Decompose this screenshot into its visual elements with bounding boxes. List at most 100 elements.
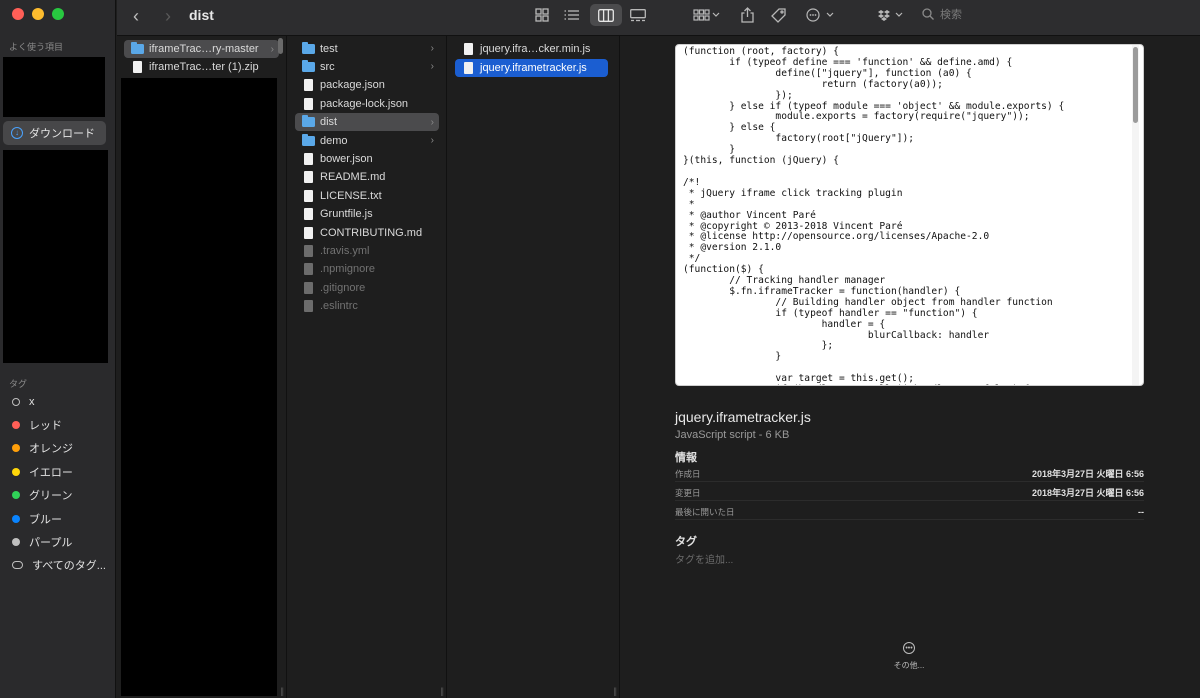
item-name: iframeTrac…ter (1).zip: [149, 61, 259, 73]
sidebar-tag-x[interactable]: x: [0, 390, 116, 413]
list-view-button[interactable]: [561, 4, 583, 26]
chevron-right-icon: ›: [165, 6, 171, 26]
column-view-button[interactable]: [590, 4, 622, 26]
list-item[interactable]: jquery.ifra…cker.min.js: [455, 40, 612, 58]
sidebar-tag-blue[interactable]: ブルー: [0, 507, 116, 530]
info-value: 2018年3月27日 火曜日 6:56: [1031, 488, 1144, 498]
item-name: src: [320, 60, 335, 73]
column-resize-handle[interactable]: ||: [440, 686, 444, 696]
info-value: 2018年3月27日 火曜日 6:56: [1031, 469, 1144, 479]
sidebar-tag-orange[interactable]: オレンジ: [0, 437, 116, 460]
file-icon: [304, 281, 313, 294]
tag-label: レッド: [29, 420, 62, 433]
list-item[interactable]: src ›: [295, 58, 439, 76]
tag-dot-icon: [12, 421, 20, 430]
item-name: LICENSE.txt: [320, 189, 382, 202]
list-item[interactable]: iframeTrac…ry-master ›: [124, 40, 279, 58]
scrollbar[interactable]: [278, 38, 283, 54]
forward-button[interactable]: ›: [165, 6, 171, 27]
sidebar-all-tags[interactable]: すべてのタグ...: [0, 554, 116, 577]
sidebar-tag-purple[interactable]: パープル: [0, 530, 116, 553]
item-name: .eslintrc: [320, 300, 358, 313]
file-icon: [464, 43, 473, 55]
add-tag-field[interactable]: タグを追加...: [675, 551, 733, 566]
list-item[interactable]: .travis.yml: [295, 242, 439, 260]
search-placeholder: 検索: [940, 9, 962, 21]
item-name: test: [320, 42, 338, 55]
tag-label: ブルー: [29, 513, 62, 526]
info-key: 作成日: [675, 468, 701, 479]
item-name: jquery.ifra…cker.min.js: [480, 43, 591, 55]
window-controls: [12, 8, 64, 20]
tag-dot-icon: [12, 538, 20, 547]
tag-dot-icon: [12, 467, 20, 476]
sidebar: よく使う項目 ↓ ダウンロード タグ x レッド オレンジ イエロー グリーン …: [0, 0, 116, 698]
gallery-view-button[interactable]: [627, 4, 649, 26]
group-button[interactable]: [690, 4, 724, 26]
chevron-right-icon: ›: [430, 135, 434, 146]
dropbox-button[interactable]: [877, 4, 907, 26]
info-key: 最後に開いた日: [675, 506, 735, 517]
list-item[interactable]: package-lock.json: [295, 95, 439, 113]
zoom-button[interactable]: [52, 8, 64, 20]
folder-icon: [302, 133, 315, 146]
folder-icon: [131, 42, 144, 54]
item-name: package.json: [320, 79, 385, 92]
tag-label: イエロー: [29, 466, 73, 479]
file-icon: [304, 226, 313, 239]
column-3: jquery.ifra…cker.min.js jquery.iframetra…: [448, 36, 620, 698]
list-item[interactable]: bower.json: [295, 150, 439, 168]
share-icon: [740, 7, 754, 23]
icon-view-button[interactable]: [531, 4, 553, 26]
sidebar-item-downloads[interactable]: ↓ ダウンロード: [3, 121, 106, 145]
group-icon: [693, 9, 720, 21]
share-button[interactable]: [737, 4, 757, 26]
list-item[interactable]: LICENSE.txt: [295, 187, 439, 205]
list-item[interactable]: .gitignore: [295, 279, 439, 297]
list-item[interactable]: .eslintrc: [295, 297, 439, 315]
window-title: dist: [189, 7, 214, 23]
sidebar-tag-green[interactable]: グリーン: [0, 484, 116, 507]
back-button[interactable]: ‹: [133, 6, 139, 27]
item-name: package-lock.json: [320, 97, 409, 110]
preview-file-kind: JavaScript script - 6 KB: [675, 429, 790, 441]
info-value: --: [1138, 506, 1144, 517]
column-resize-handle[interactable]: ||: [613, 686, 617, 696]
tag-label: グリーン: [29, 490, 73, 503]
list-item[interactable]: demo ›: [295, 132, 439, 150]
redacted-region: [121, 78, 277, 696]
list-view-icon: [564, 10, 579, 20]
info-row-last-opened: 最後に開いた日 --: [675, 504, 1144, 520]
sidebar-tag-red[interactable]: レッド: [0, 413, 116, 436]
list-item[interactable]: dist ›: [295, 113, 439, 132]
list-item[interactable]: CONTRIBUTING.md: [295, 224, 439, 242]
tag-button[interactable]: [768, 4, 788, 26]
sidebar-tag-yellow[interactable]: イエロー: [0, 460, 116, 483]
minimize-button[interactable]: [32, 8, 44, 20]
more-button[interactable]: ••• その他...: [885, 642, 933, 671]
tags-header: タグ: [9, 379, 28, 389]
list-item[interactable]: test ›: [295, 40, 439, 58]
list-item[interactable]: README.md: [295, 168, 439, 186]
action-menu-button[interactable]: [804, 4, 838, 26]
info-row-created: 作成日 2018年3月27日 火曜日 6:56: [675, 466, 1144, 482]
list-item[interactable]: package.json: [295, 76, 439, 94]
list-item[interactable]: iframeTrac…ter (1).zip: [124, 58, 279, 76]
favorites-header: よく使う項目: [9, 42, 64, 52]
item-name: iframeTrac…ry-master: [149, 43, 259, 55]
list-item-selected[interactable]: jquery.iframetracker.js: [455, 58, 608, 77]
file-icon: [304, 152, 313, 165]
close-button[interactable]: [12, 8, 24, 20]
scrollbar-thumb[interactable]: [1133, 47, 1138, 123]
search-field[interactable]: 検索: [918, 3, 1200, 25]
redacted-region: [3, 57, 105, 117]
list-item[interactable]: Gruntfile.js: [295, 205, 439, 223]
tag-label: すべてのタグ...: [32, 560, 106, 573]
item-name: jquery.iframetracker.js: [480, 61, 587, 74]
item-name: Gruntfile.js: [320, 208, 373, 221]
list-item[interactable]: .npmignore: [295, 260, 439, 278]
code-scrollbar[interactable]: [1132, 45, 1139, 385]
item-name: .npmignore: [320, 263, 376, 276]
column-resize-handle[interactable]: ||: [280, 686, 284, 696]
code-preview[interactable]: (function (root, factory) { if (typeof d…: [675, 44, 1144, 386]
